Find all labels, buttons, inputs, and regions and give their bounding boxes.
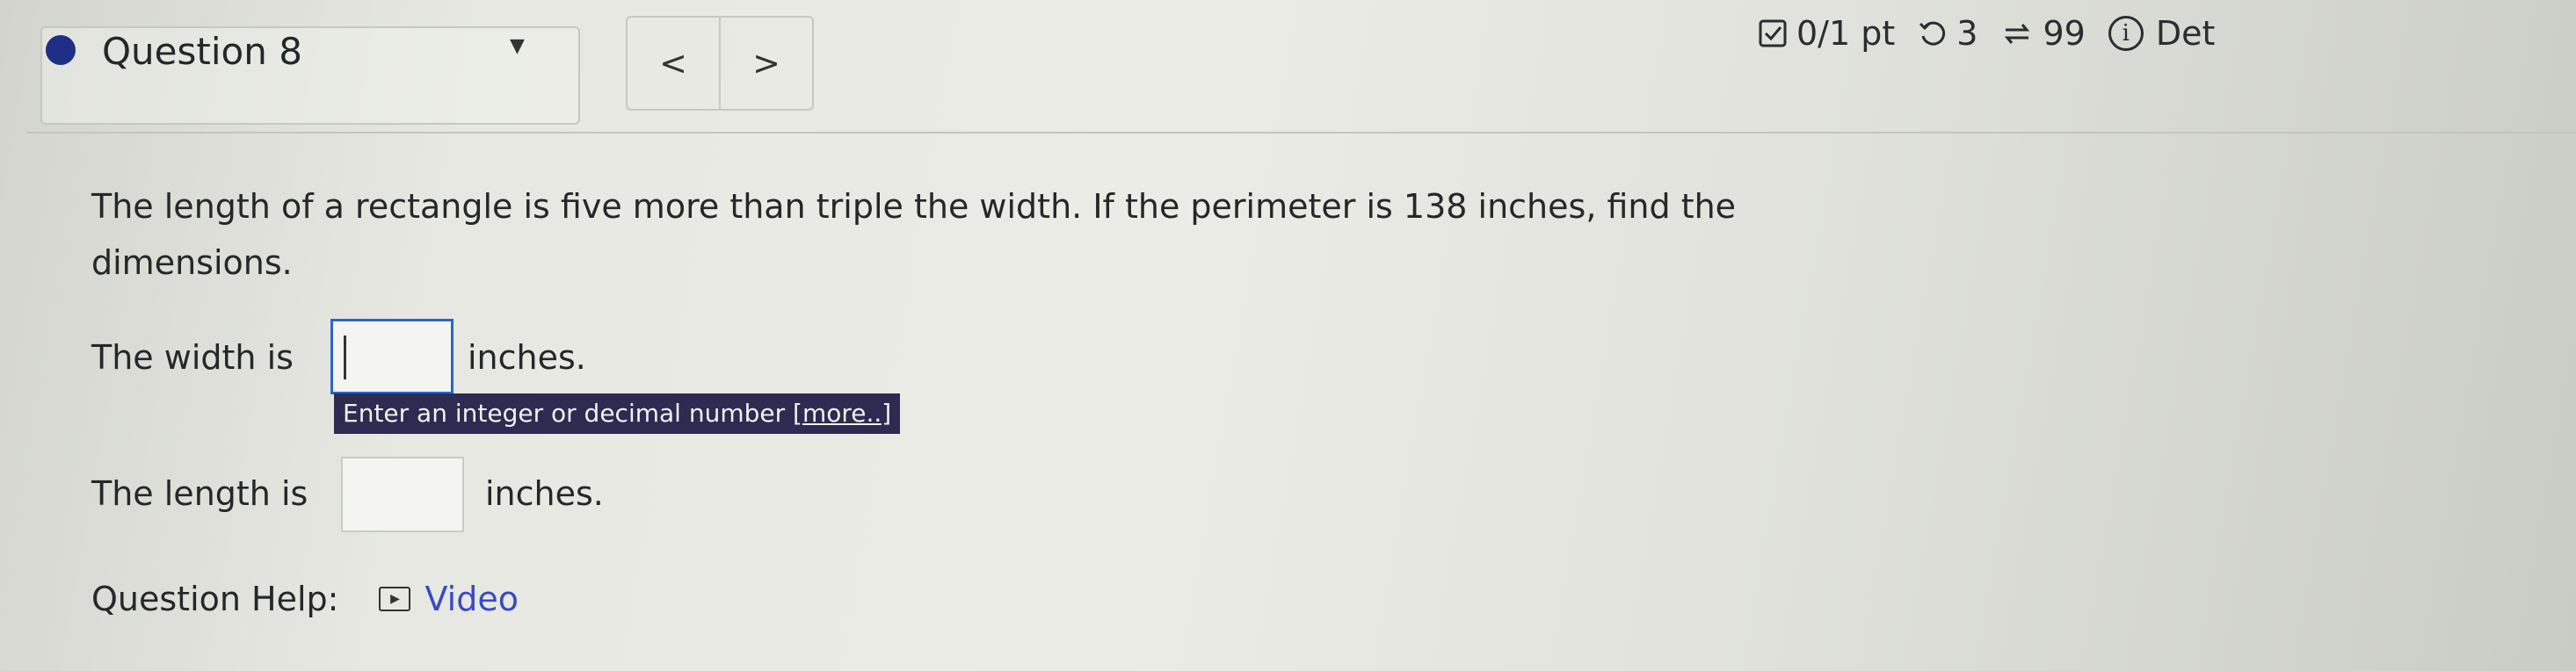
question-nav: < >: [626, 16, 814, 111]
length-input[interactable]: [341, 457, 464, 532]
hint-text: Enter an integer or decimal number: [343, 399, 786, 428]
details-link[interactable]: Det: [2156, 14, 2216, 53]
retries-count: 3: [1956, 14, 1978, 53]
cycle-icon: [2000, 18, 2034, 48]
text-caret: [344, 336, 346, 379]
question-status-dot: [46, 35, 76, 65]
attempts-count: 99: [2043, 14, 2086, 53]
info-icon[interactable]: i: [2108, 16, 2144, 51]
retry-icon: [1918, 18, 1948, 48]
width-input[interactable]: [330, 319, 454, 394]
score-text: 0/1 pt: [1796, 14, 1896, 53]
divider: [26, 132, 2576, 133]
width-unit: inches.: [468, 338, 586, 377]
question-title: Question 8: [102, 30, 302, 73]
video-link[interactable]: Video: [424, 580, 518, 618]
checkbox-icon: [1758, 18, 1788, 48]
width-prefix: The width is: [91, 338, 294, 377]
question-help: Question Help: ▶ Video: [91, 580, 519, 618]
previous-question-button[interactable]: <: [628, 18, 721, 109]
problem-text: The length of a rectangle is five more t…: [91, 187, 1737, 282]
length-prefix: The length is: [91, 474, 308, 513]
next-question-button[interactable]: >: [721, 18, 812, 109]
video-icon[interactable]: ▶: [379, 587, 411, 611]
chevron-down-icon[interactable]: ▼: [510, 35, 525, 57]
status-bar: 0/1 pt 3 99 i Det: [1758, 7, 2215, 60]
length-unit: inches.: [485, 474, 604, 513]
top-bar: Question 8 ▼ < > 0/1 pt 3 99 i Det: [0, 0, 2576, 127]
question-help-label: Question Help:: [91, 580, 339, 618]
hint-more-link[interactable]: [more..]: [793, 399, 891, 428]
input-hint-tooltip: Enter an integer or decimal number [more…: [334, 393, 901, 434]
